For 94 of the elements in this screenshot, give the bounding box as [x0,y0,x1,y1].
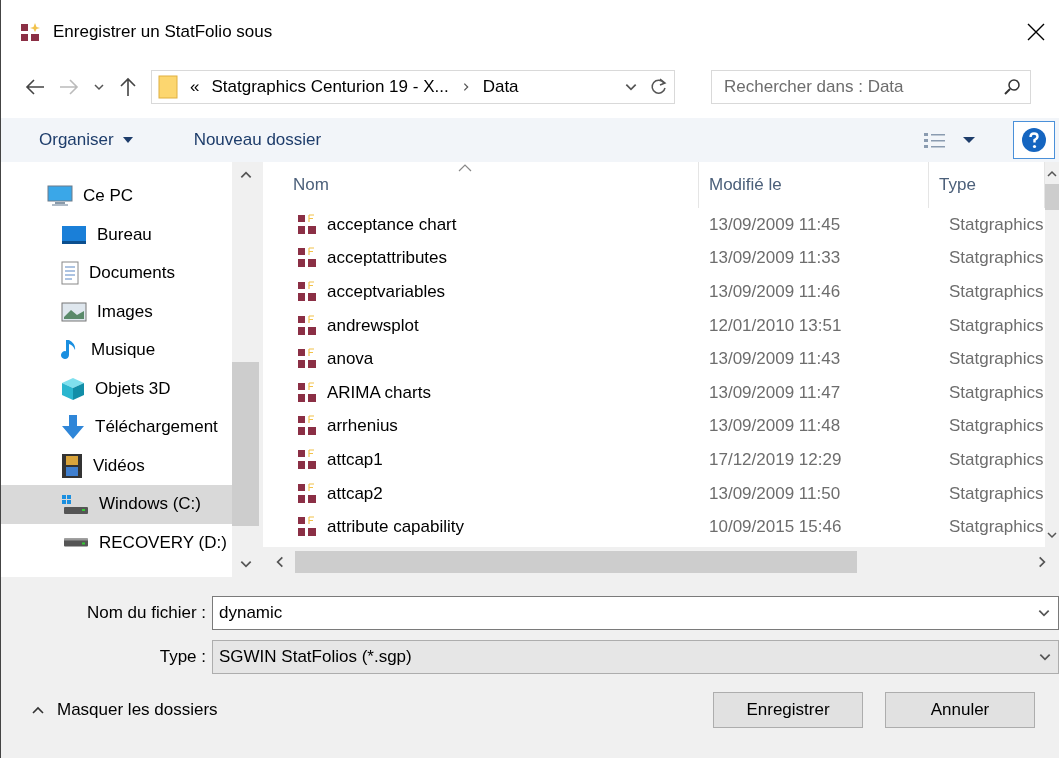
file-icon [297,381,319,404]
scroll-down-icon[interactable] [1046,529,1058,541]
file-name[interactable]: attcap1 [327,449,383,470]
new-folder-button[interactable]: Nouveau dossier [179,124,336,156]
search-icon [1003,78,1021,96]
modified-date: 13/09/2009 11:45 [709,214,841,234]
hide-folders-button[interactable]: Masquer les dossiers [27,696,222,724]
film-icon [61,452,83,479]
modified-date: 13/09/2009 11:33 [709,248,841,268]
address-bar[interactable]: « Statgraphics Centurion 19 - X... Data [151,70,675,104]
modified-date: 13/09/2009 11:46 [709,282,841,301]
modified-date: 10/09/2015 15:46 [709,517,842,537]
cancel-button[interactable]: Annuler [885,692,1035,728]
scrollbar[interactable] [1045,162,1059,547]
folder-tree-item[interactable]: Vidéos [1,446,232,485]
chevron-up-icon [31,705,45,715]
caret-icon [121,136,134,144]
file-type: Statgraphics [949,483,1044,503]
modified-date: 13/09/2009 11:50 [709,483,841,503]
file-icon [297,516,319,539]
file-icon [297,448,319,471]
cube-icon [61,376,85,401]
file-name[interactable]: attribute capability [327,517,465,538]
folder-tree-item[interactable]: Images [1,292,232,331]
modified-date: 13/09/2009 11:48 [709,416,841,436]
folder-tree-item[interactable]: Téléchargement [1,408,232,447]
save-button[interactable]: Enregistrer [713,692,863,728]
overflow-marker[interactable]: « [190,77,200,97]
folder-tree-item[interactable]: Ce PC [1,177,232,216]
file-name[interactable]: attcap2 [327,483,383,504]
scroll-thumb[interactable] [232,362,259,526]
file-icon [297,415,319,438]
field-label: Nom du fichier : [85,603,206,623]
file-type: Statgraphics [949,382,1044,402]
search-field[interactable]: Rechercher dans : Data [711,70,1031,104]
modified-date: 17/12/2019 12:29 [709,449,842,469]
up-icon[interactable] [119,77,137,97]
folder-tree-item[interactable]: Documents [1,254,232,293]
sort-caret-icon [458,164,472,172]
desktop-icon [61,224,87,245]
file-name[interactable]: arrhenius [327,416,398,437]
file-type: Statgraphics [949,214,1044,234]
file-name[interactable]: ARIMA charts [327,382,431,403]
image-icon [61,301,87,322]
modified-date: 13/09/2009 11:43 [709,349,841,369]
help-button[interactable] [1013,121,1055,159]
column-header[interactable]: Modifié le [699,162,929,208]
file-icon [297,281,319,303]
folder-icon [158,75,178,99]
document-icon [61,261,79,286]
file-icon [297,213,319,236]
file-type: Statgraphics [949,449,1044,469]
system-drive-icon [61,493,89,516]
file-type: Statgraphics [949,282,1044,301]
file-name[interactable]: acceptance chart [327,214,457,235]
app-icon [21,22,41,42]
drive-icon [61,538,89,548]
path-segment[interactable]: Data [482,77,519,97]
folder-tree-item[interactable]: Bureau [1,215,232,254]
file-name[interactable]: anova [327,349,374,370]
file-type: Statgraphics [949,517,1044,537]
refresh-icon[interactable] [650,78,668,96]
field-label: Type : [158,647,206,667]
help-icon [1021,127,1047,153]
file-type: Statgraphics [949,315,1044,335]
close-icon [1026,22,1046,42]
file-type: Statgraphics [949,349,1044,369]
window-title: Enregistrer un StatFolio sous [53,22,274,42]
file-name[interactable]: acceptvariables [327,282,446,302]
folder-tree-item[interactable]: Musique [1,331,232,370]
file-name-field[interactable]: dynamic [212,596,1059,630]
folder-tree-item[interactable]: RECOVERY (D:) [1,523,232,562]
file-type: Statgraphics [949,416,1044,436]
back-icon[interactable] [25,78,45,96]
file-icon [297,314,319,337]
column-header[interactable]: Nom [263,162,699,208]
file-type-dropdown[interactable]: SGWIN StatFolios (*.sgp) [212,640,1059,674]
computer-icon [47,185,73,208]
path-segment[interactable]: Statgraphics Centurion 19 - X... [211,77,449,97]
folder-tree-item[interactable]: Objets 3D [1,369,232,408]
file-name[interactable]: acceptattributes [327,248,447,269]
folder-tree-item[interactable]: Windows (C:) [1,485,232,524]
file-icon [297,247,319,270]
modified-date: 12/01/2010 13:51 [709,315,842,335]
recent-locations-icon[interactable] [93,81,105,93]
scroll-thumb[interactable] [295,551,857,573]
file-name[interactable]: andrewsplot [327,315,419,336]
download-arrow-icon [61,414,85,441]
scroll-thumb[interactable] [1045,184,1059,210]
organize-menu[interactable]: Organiser [25,124,148,156]
modified-date: 13/09/2009 11:47 [709,382,841,402]
file-icon [297,482,319,505]
file-type: Statgraphics [949,248,1044,268]
file-icon [297,348,319,371]
